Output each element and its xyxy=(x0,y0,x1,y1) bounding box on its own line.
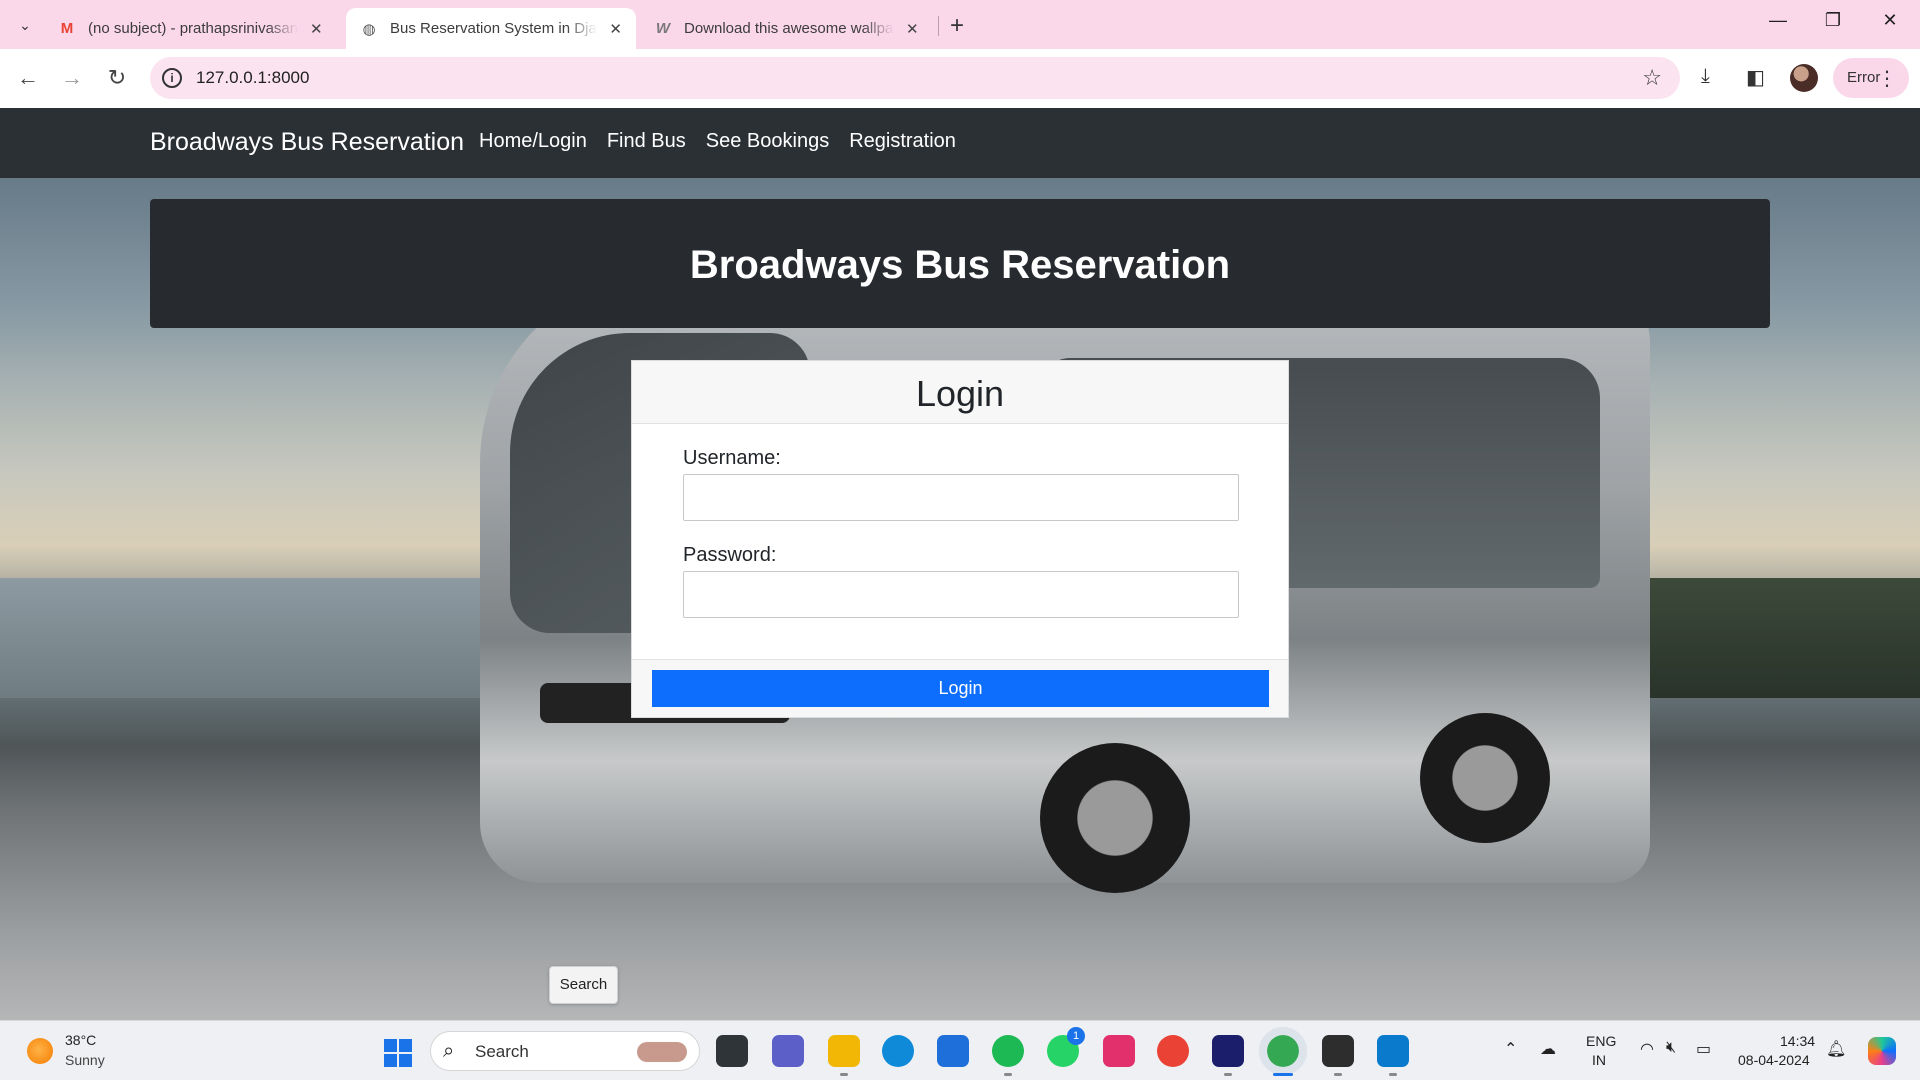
login-button[interactable]: Login xyxy=(652,670,1269,707)
instagram-icon[interactable] xyxy=(1103,1035,1135,1067)
download-icon[interactable]: ⤓ xyxy=(1701,65,1710,88)
language-indicator[interactable]: ENG xyxy=(1586,1033,1616,1049)
site-info-icon[interactable]: i xyxy=(162,68,182,88)
tab-bus-reservation[interactable]: ◍ Bus Reservation System in Djan ✕ xyxy=(346,8,636,49)
reload-icon[interactable]: ↻ xyxy=(103,65,131,91)
teams-chat-icon[interactable] xyxy=(772,1035,804,1067)
address-url[interactable]: 127.0.0.1:8000 xyxy=(196,68,309,88)
site-navbar: Broadways Bus Reservation Home/Login Fin… xyxy=(0,108,1920,178)
close-tab-icon[interactable]: ✕ xyxy=(310,20,323,38)
nav-find-bus[interactable]: Find Bus xyxy=(607,130,686,153)
tab-search-chevron-icon[interactable]: ⌄ xyxy=(12,12,38,38)
nav-see-bookings[interactable]: See Bookings xyxy=(706,130,829,153)
wallpaper-app-icon[interactable] xyxy=(1212,1035,1244,1076)
terminal-icon[interactable] xyxy=(1322,1035,1354,1076)
hero-banner: Broadways Bus Reservation xyxy=(150,199,1770,328)
close-tab-icon[interactable]: ✕ xyxy=(906,20,919,38)
clock-time[interactable]: 14:34 xyxy=(1780,1033,1815,1049)
whatsapp-badge: 1 xyxy=(1067,1027,1085,1045)
weather-condition[interactable]: Sunny xyxy=(65,1052,105,1068)
restore-icon[interactable]: ❐ xyxy=(1813,10,1853,31)
file-explorer-icon[interactable] xyxy=(828,1035,860,1076)
nav-home-login[interactable]: Home/Login xyxy=(479,130,587,153)
profile-error-button[interactable]: Error ⋮ xyxy=(1833,58,1909,98)
username-input[interactable] xyxy=(683,474,1239,521)
language-region[interactable]: IN xyxy=(1592,1052,1606,1068)
password-input[interactable] xyxy=(683,571,1239,618)
windows-start-icon[interactable] xyxy=(384,1039,412,1067)
hero-title: Broadways Bus Reservation xyxy=(689,243,1231,287)
tab-title: Bus Reservation System in Djan xyxy=(390,20,598,37)
tab-wallpaper[interactable]: W Download this awesome wallpa ✕ xyxy=(640,8,933,49)
page-viewport: Broadways Bus Reservation Home/Login Fin… xyxy=(0,108,1920,1020)
microsoft-store-icon[interactable] xyxy=(937,1035,969,1067)
browser-toolbar: ← → ↻ i 127.0.0.1:8000 ☆ ⤓ ◧ Error ⋮ xyxy=(0,49,1920,108)
wifi-icon[interactable]: ◠ xyxy=(1640,1039,1654,1059)
password-label: Password: xyxy=(683,544,777,566)
profile-avatar[interactable] xyxy=(1790,64,1818,92)
chrome-icon[interactable] xyxy=(1157,1035,1189,1067)
vscode-icon[interactable] xyxy=(1377,1035,1409,1076)
close-window-icon[interactable]: ✕ xyxy=(1870,10,1910,31)
more-menu-icon[interactable]: ⋮ xyxy=(1877,66,1897,91)
address-bar[interactable]: i 127.0.0.1:8000 ☆ xyxy=(150,57,1680,99)
minimize-icon[interactable]: — xyxy=(1758,10,1798,31)
edge-icon[interactable] xyxy=(882,1035,914,1067)
forward-icon[interactable]: → xyxy=(58,65,86,91)
notification-bell-icon[interactable]: 🔔︎ xyxy=(1826,1039,1846,1059)
windows-taskbar: 38°C Sunny ⌕ Search 1 ⌃ ☁ ENG IN ◠ 🔇︎ ▭ … xyxy=(0,1020,1920,1080)
browser-tab-strip: ⌄ M (no subject) - prathapsrinivasan ✕ ◍… xyxy=(0,0,1920,49)
task-view-icon[interactable] xyxy=(716,1035,748,1067)
chrome-profile-icon[interactable] xyxy=(1259,1027,1307,1076)
globe-icon: ◍ xyxy=(362,20,376,38)
speaker-muted-icon[interactable]: 🔇︎ xyxy=(1666,1039,1676,1057)
back-icon[interactable]: ← xyxy=(14,65,42,91)
navbar-links: Home/Login Find Bus See Bookings Registr… xyxy=(479,130,956,153)
profile-error-label: Error xyxy=(1847,69,1881,86)
wallhaven-icon: W xyxy=(655,20,671,37)
bookmark-star-icon[interactable]: ☆ xyxy=(1642,65,1662,91)
search-highlight-art xyxy=(637,1042,687,1062)
taskbar-search[interactable]: ⌕ Search xyxy=(430,1031,700,1071)
copilot-icon[interactable] xyxy=(1868,1037,1896,1065)
gmail-icon: M xyxy=(60,20,74,37)
weather-temp[interactable]: 38°C xyxy=(65,1032,96,1048)
tab-title: Download this awesome wallpa xyxy=(684,20,894,37)
login-card-footer: Login xyxy=(632,659,1288,717)
search-tooltip: Search xyxy=(549,966,618,1004)
whatsapp-icon[interactable]: 1 xyxy=(1047,1027,1085,1067)
tray-overflow-chevron-icon[interactable]: ⌃ xyxy=(1504,1039,1517,1059)
login-card-heading: Login xyxy=(632,361,1288,424)
spotify-icon[interactable] xyxy=(992,1035,1024,1076)
onedrive-warning-icon[interactable]: ☁ xyxy=(1540,1039,1556,1059)
tab-divider xyxy=(938,16,939,36)
login-card: Login Username: Password: Login xyxy=(631,360,1289,718)
sun-icon[interactable] xyxy=(27,1038,53,1064)
search-icon: ⌕ xyxy=(443,1040,455,1062)
clock-date[interactable]: 08-04-2024 xyxy=(1738,1052,1810,1068)
battery-icon[interactable]: ▭ xyxy=(1696,1039,1711,1059)
nav-registration[interactable]: Registration xyxy=(849,130,956,153)
navbar-brand[interactable]: Broadways Bus Reservation xyxy=(150,128,464,157)
taskbar-search-label: Search xyxy=(475,1042,529,1061)
close-tab-icon[interactable]: ✕ xyxy=(609,20,622,38)
tab-title: (no subject) - prathapsrinivasan xyxy=(88,20,298,37)
side-panel-icon[interactable]: ◧ xyxy=(1746,65,1765,90)
tab-gmail[interactable]: M (no subject) - prathapsrinivasan ✕ xyxy=(44,8,337,49)
username-label: Username: xyxy=(683,447,781,469)
new-tab-icon[interactable]: + xyxy=(950,12,964,40)
